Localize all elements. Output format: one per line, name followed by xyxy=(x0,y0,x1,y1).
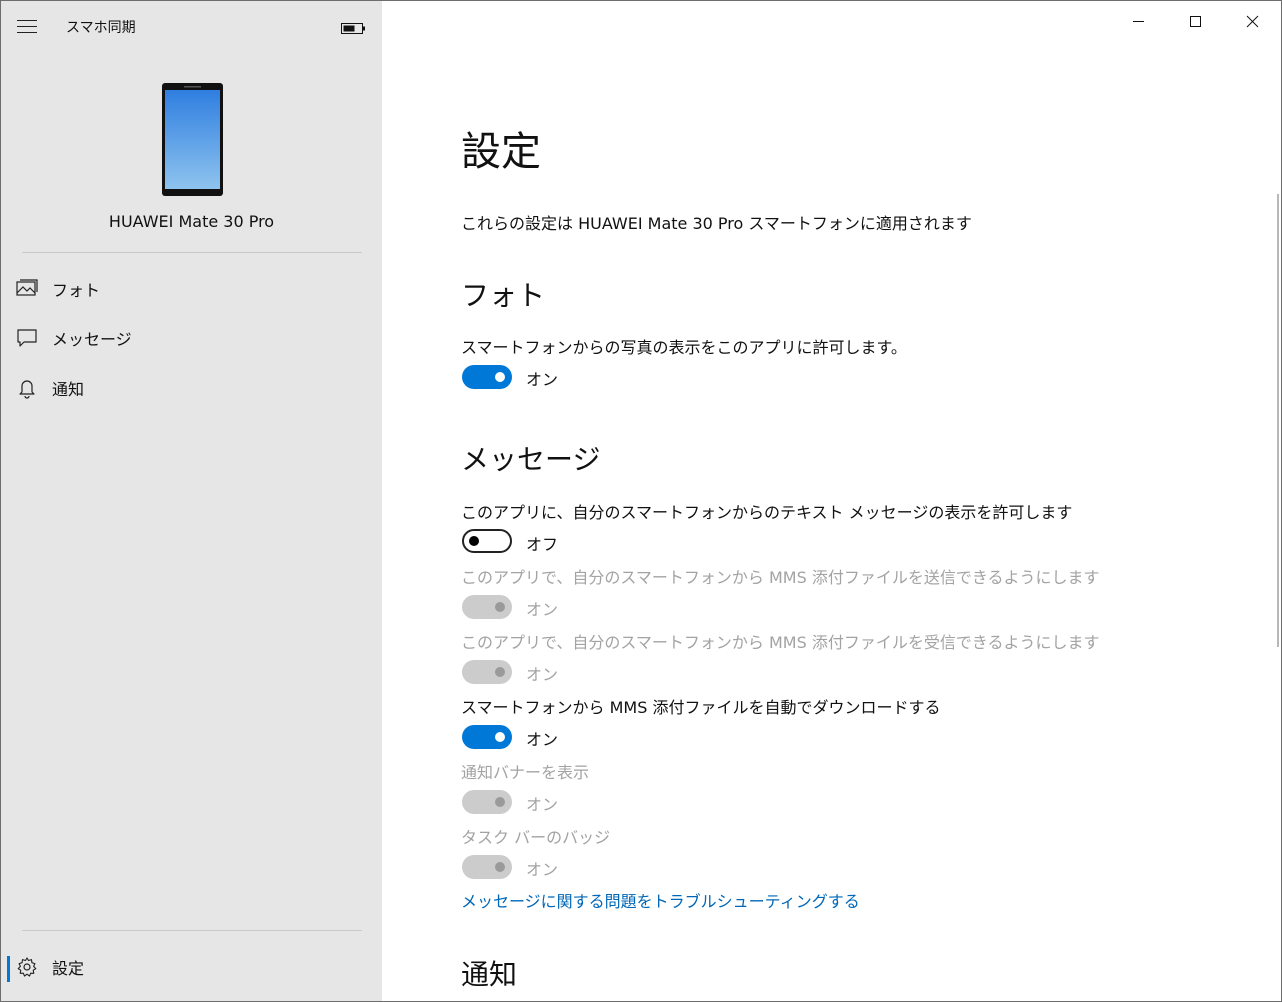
auto-download-mms-state: オン xyxy=(526,730,559,749)
page-title: 設定 xyxy=(461,129,541,175)
send-mms-state: オン xyxy=(526,600,559,619)
bell-icon xyxy=(19,380,35,399)
battery-icon xyxy=(341,23,365,34)
taskbar-badge-toggle[interactable] xyxy=(462,855,512,879)
allow-photos-toggle[interactable] xyxy=(462,365,512,389)
receive-mms-label: このアプリで、自分のスマートフォンから MMS 添付ファイルを受信できるようにし… xyxy=(461,633,1100,652)
send-mms-label: このアプリで、自分のスマートフォンから MMS 添付ファイルを送信できるようにし… xyxy=(461,568,1100,587)
message-icon xyxy=(17,329,37,347)
scrollbar-thumb[interactable] xyxy=(1277,194,1279,647)
receive-mms-state: オン xyxy=(526,665,559,684)
sidebar-divider-top xyxy=(22,252,362,253)
sidebar-item-messages[interactable]: メッセージ xyxy=(1,314,382,362)
allow-messages-label: このアプリに、自分のスマートフォンからのテキスト メッセージの表示を許可します xyxy=(461,503,1073,522)
sidebar-item-label: 設定 xyxy=(52,959,85,978)
notification-banner-toggle[interactable] xyxy=(462,790,512,814)
taskbar-badge-label: タスク バーのバッジ xyxy=(461,828,611,847)
taskbar-badge-state: オン xyxy=(526,860,559,879)
app-window: スマホ同期 HUAWEI Mate 30 Pro フォト メッセージ 通知 設定… xyxy=(0,0,1282,1002)
receive-mms-toggle[interactable] xyxy=(462,660,512,684)
allow-photos-state: オン xyxy=(526,370,559,389)
settings-content: 設定 これらの設定は HUAWEI Mate 30 Pro スマートフォンに適用… xyxy=(382,1,1281,1001)
auto-download-mms-toggle[interactable] xyxy=(462,725,512,749)
sidebar-divider-bottom xyxy=(22,930,362,931)
notification-banner-label: 通知バナーを表示 xyxy=(461,763,590,782)
section-title-photos: フォト xyxy=(461,279,546,312)
troubleshoot-messages-link[interactable]: メッセージに関する問題をトラブルシューティングする xyxy=(461,888,860,912)
sidebar-item-photos[interactable]: フォト xyxy=(1,265,382,313)
allow-messages-state: オフ xyxy=(526,535,559,554)
send-mms-toggle[interactable] xyxy=(462,595,512,619)
hamburger-menu-icon[interactable] xyxy=(17,20,37,34)
sidebar-item-label: メッセージ xyxy=(52,330,132,349)
section-title-messages: メッセージ xyxy=(461,443,601,476)
page-subtitle: これらの設定は HUAWEI Mate 30 Pro スマートフォンに適用されま… xyxy=(461,214,972,233)
photo-icon xyxy=(16,279,38,296)
notification-banner-state: オン xyxy=(526,795,559,814)
device-name: HUAWEI Mate 30 Pro xyxy=(108,212,275,231)
allow-photos-label: スマートフォンからの写真の表示をこのアプリに許可します。 xyxy=(461,338,907,357)
sidebar-item-label: 通知 xyxy=(52,380,85,399)
section-title-notifications: 通知 xyxy=(461,958,518,991)
app-title: スマホ同期 xyxy=(66,20,136,36)
sidebar-item-label: フォト xyxy=(52,281,101,300)
sidebar-item-notifications[interactable]: 通知 xyxy=(1,364,382,412)
sidebar: スマホ同期 HUAWEI Mate 30 Pro フォト メッセージ 通知 設定 xyxy=(1,1,382,1001)
gear-icon xyxy=(17,957,37,977)
phone-device-icon xyxy=(162,83,223,196)
allow-messages-toggle[interactable] xyxy=(462,529,512,553)
sidebar-item-settings[interactable]: 設定 xyxy=(1,943,382,991)
auto-download-mms-label: スマートフォンから MMS 添付ファイルを自動でダウンロードする xyxy=(461,698,941,717)
